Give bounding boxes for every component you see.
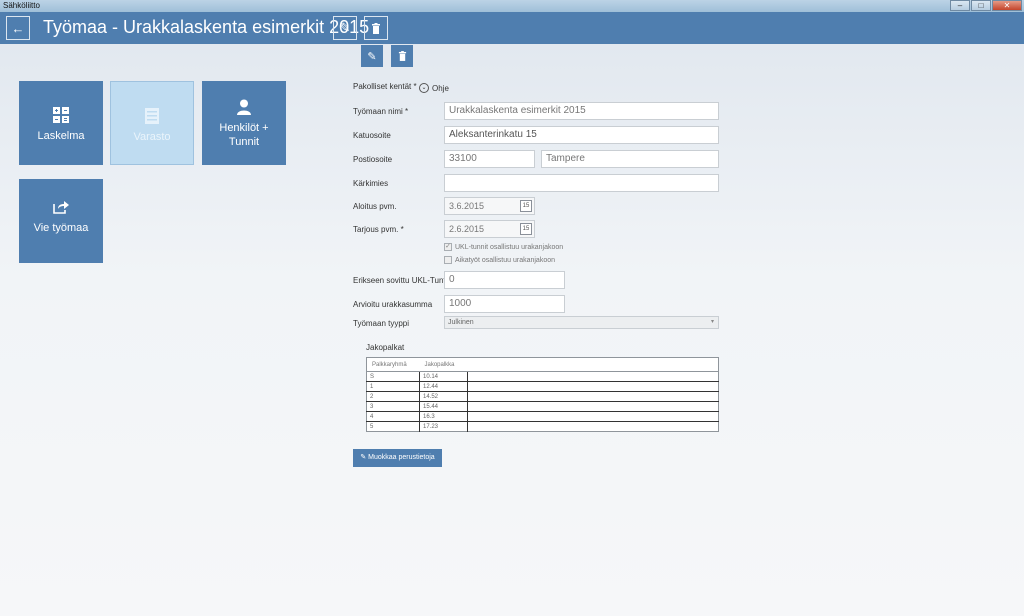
- calendar-icon[interactable]: 15: [520, 223, 532, 235]
- window-titlebar: Sähköliitto – □ ✕: [0, 0, 1024, 12]
- window-title: Sähköliitto: [3, 1, 40, 10]
- delete-site-button[interactable]: [364, 16, 388, 40]
- tile-label: Laskelma: [37, 130, 85, 142]
- trash-icon: [398, 51, 406, 61]
- edit-site-button[interactable]: ✎: [333, 16, 357, 40]
- tile-label: Vie työmaa: [33, 222, 89, 234]
- app-header: ← Työmaa - Urakkalaskenta esimerkit 2015…: [0, 12, 1024, 44]
- table-cell: 12.44: [419, 381, 468, 392]
- pay-table: Palkkaryhmä Jakopalkka S 10.14 1 12.44 2…: [366, 357, 719, 432]
- start-date-label: Aloitus pvm.: [353, 202, 397, 211]
- table-cell: 1: [366, 381, 420, 392]
- site-type-value: Julkinen: [448, 319, 474, 326]
- edit-basic-info-button[interactable]: ✎ Muokkaa perustietoja: [353, 449, 442, 467]
- postcode-input[interactable]: 33100: [444, 150, 535, 168]
- table-row[interactable]: 3 15.44: [366, 401, 719, 412]
- calendar-icon[interactable]: 15: [520, 200, 532, 212]
- foreman-input[interactable]: [444, 174, 719, 192]
- column-header: Palkkaryhmä: [366, 357, 420, 372]
- tile-henkilot-tunnit[interactable]: Henkilöt + Tunnit: [202, 81, 286, 165]
- site-name-input[interactable]: Urakkalaskenta esimerkit 2015: [444, 102, 719, 120]
- table-cell: [467, 401, 719, 412]
- table-cell: 16.3: [419, 411, 468, 422]
- table-row[interactable]: 1 12.44: [366, 381, 719, 392]
- table-cell: 2: [366, 391, 420, 402]
- estimate-input[interactable]: 1000: [444, 295, 565, 313]
- window-controls: – □ ✕: [950, 0, 1022, 11]
- table-cell: 4: [366, 411, 420, 422]
- edit-basic-info-label: Muokkaa perustietoja: [368, 454, 435, 461]
- chevron-down-icon: ▾: [710, 319, 714, 325]
- pencil-icon: ✎: [360, 454, 367, 461]
- street-input[interactable]: Aleksanterinkatu 15: [444, 126, 719, 144]
- table-header-row: Palkkaryhmä Jakopalkka: [366, 357, 719, 372]
- person-icon: [237, 99, 251, 115]
- ukl-hours-label: UKL-tunnit osallistuu urakanjakoon: [455, 243, 564, 251]
- site-type-select[interactable]: Julkinen ▾: [444, 316, 719, 329]
- table-cell: 5: [366, 421, 420, 432]
- table-cell: [467, 391, 719, 402]
- maximize-button[interactable]: □: [971, 0, 991, 11]
- start-date-value: 3.6.2015: [449, 201, 485, 211]
- trash-icon: [372, 22, 380, 34]
- page-title: Työmaa - Urakkalaskenta esimerkit 2015: [43, 17, 370, 37]
- inventory-list-icon: [145, 108, 159, 124]
- offer-date-label: Tarjous pvm. *: [353, 225, 404, 234]
- calculator-grid-icon: [53, 107, 69, 123]
- pay-table-title: Jakopalkat: [366, 343, 405, 352]
- required-note: Pakolliset kentät *: [353, 82, 417, 91]
- timework-checkbox-row[interactable]: Aikatyöt osallistuu urakanjakoon: [444, 256, 555, 264]
- minimize-button[interactable]: –: [950, 0, 970, 11]
- table-cell: [467, 411, 719, 422]
- table-row[interactable]: 4 16.3: [366, 411, 719, 422]
- table-cell: [467, 381, 719, 392]
- ukl-hours-checkbox[interactable]: ✓: [444, 243, 452, 251]
- table-cell: [467, 371, 719, 382]
- tile-varasto[interactable]: Varasto: [110, 81, 194, 165]
- table-row[interactable]: 2 14.52: [366, 391, 719, 402]
- column-header: Jakopalkka: [419, 357, 468, 372]
- table-cell: [467, 421, 719, 432]
- street-label: Katuosoite: [353, 131, 391, 140]
- offer-date-input[interactable]: 2.6.2015 15: [444, 220, 535, 238]
- timework-checkbox[interactable]: [444, 256, 452, 264]
- table-row[interactable]: 5 17.23: [366, 421, 719, 432]
- offer-date-value: 2.6.2015: [449, 224, 485, 234]
- pencil-icon: ✎: [367, 50, 377, 63]
- name-label: Työmaan nimi *: [353, 107, 409, 116]
- column-header: [467, 357, 719, 372]
- tile-label: Henkilöt + Tunnit: [219, 122, 269, 148]
- tile-vie-tyomaa[interactable]: Vie työmaa: [19, 179, 103, 263]
- ukl-hours-checkbox-row[interactable]: ✓ UKL-tunnit osallistuu urakanjakoon: [444, 243, 563, 251]
- timework-label: Aikatyöt osallistuu urakanjakoon: [455, 256, 556, 264]
- tile-laskelma[interactable]: Laskelma: [19, 81, 103, 165]
- foreman-label: Kärkimies: [353, 179, 389, 188]
- table-cell: 17.23: [419, 421, 468, 432]
- city-input[interactable]: Tampere: [541, 150, 719, 168]
- chevron-down-icon[interactable]: ⌄: [419, 83, 429, 93]
- site-type-label: Työmaan tyyppi: [353, 319, 410, 328]
- back-button[interactable]: ←: [6, 16, 30, 40]
- start-date-input[interactable]: 3.6.2015 15: [444, 197, 535, 215]
- export-arrow-icon: [53, 201, 69, 214]
- table-cell: S: [366, 371, 420, 382]
- separate-hours-label: Erikseen sovittu UKL-Tunti: [353, 276, 448, 285]
- postal-label: Postiosoite: [353, 155, 393, 164]
- table-cell: 3: [366, 401, 420, 412]
- edit-button[interactable]: ✎: [361, 45, 383, 67]
- pencil-icon: ✎: [339, 20, 351, 35]
- help-link[interactable]: Ohje: [432, 84, 449, 93]
- table-cell: 15.44: [419, 401, 468, 412]
- table-cell: 10.14: [419, 371, 468, 382]
- separate-hours-input[interactable]: 0: [444, 271, 565, 289]
- table-row[interactable]: S 10.14: [366, 371, 719, 382]
- close-button[interactable]: ✕: [992, 0, 1022, 11]
- arrow-left-icon: ←: [11, 20, 25, 36]
- delete-button[interactable]: [391, 45, 413, 67]
- table-cell: 14.52: [419, 391, 468, 402]
- estimate-label: Arvioitu urakkasumma: [353, 300, 433, 309]
- tile-label: Varasto: [133, 131, 171, 143]
